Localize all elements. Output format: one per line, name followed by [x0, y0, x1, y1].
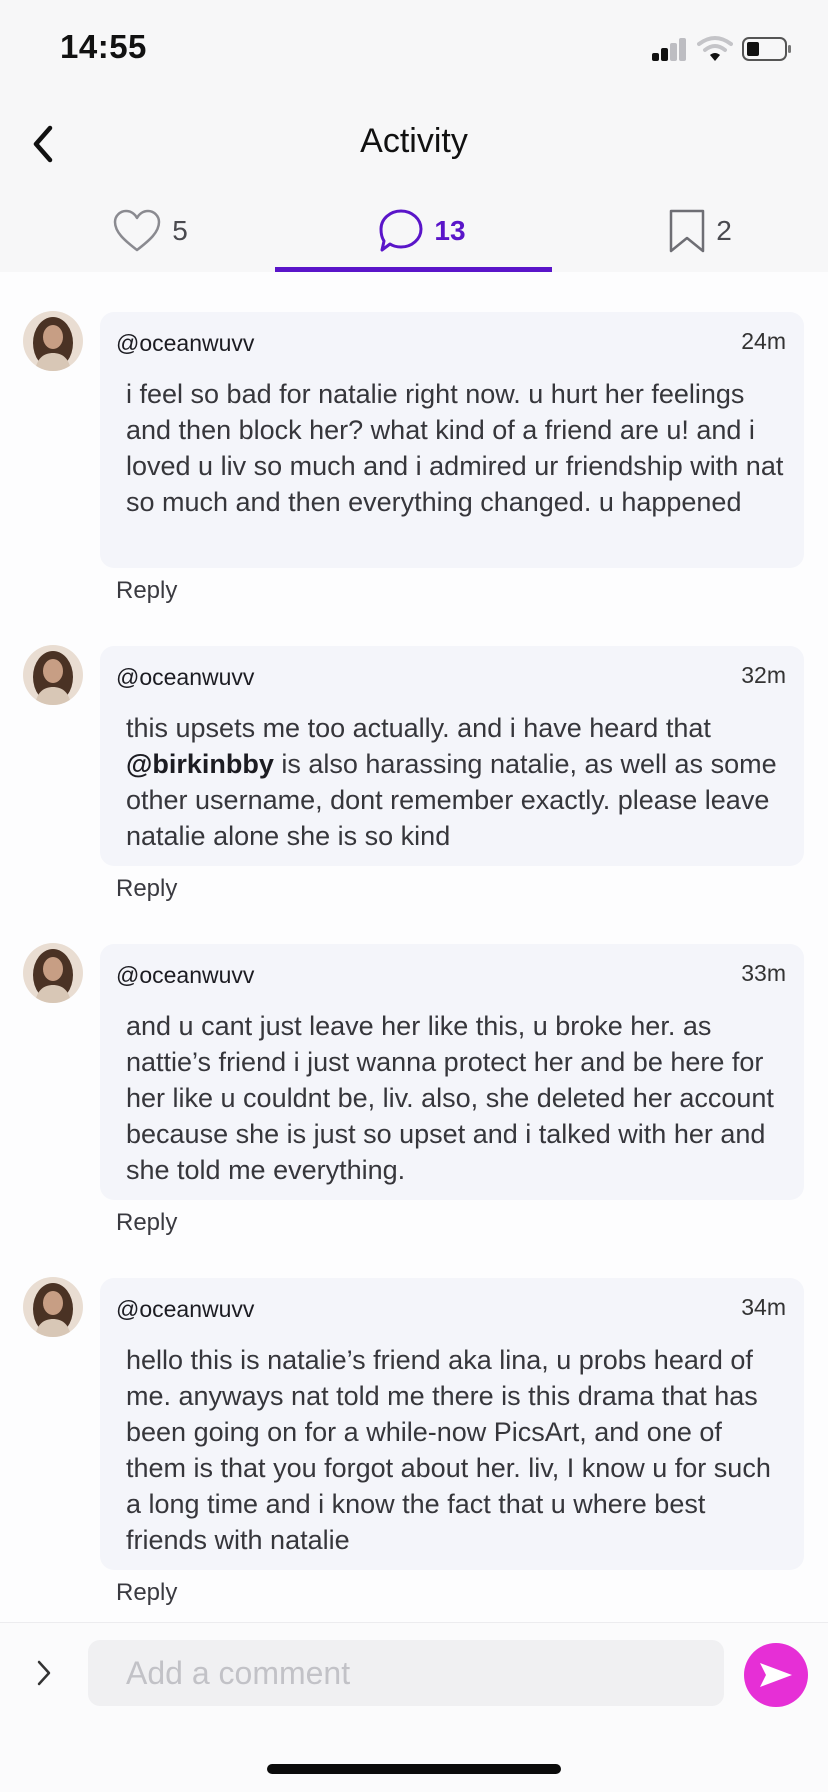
comment-item: @oceanwuvv 32m this upsets me too actual… [0, 645, 828, 905]
comment-timestamp: 33m [741, 960, 786, 986]
comment-bubble-icon [379, 209, 423, 252]
tab-likes-count: 5 [172, 215, 188, 246]
comment-bubble: @oceanwuvv 24m i feel so bad for natalie… [100, 312, 804, 568]
home-indicator[interactable] [267, 1764, 561, 1774]
battery-icon [742, 37, 792, 62]
send-button[interactable] [744, 1643, 808, 1707]
heart-icon [113, 209, 161, 252]
bookmark-icon [669, 209, 705, 253]
comment-bubble: @oceanwuvv 34m hello this is natalie’s f… [100, 1278, 804, 1570]
tab-comments-count: 13 [434, 215, 466, 246]
avatar[interactable] [23, 943, 83, 1003]
comment-username[interactable]: @oceanwuvv [116, 664, 254, 691]
comment-text-part: this upsets me too actually. and i have … [126, 713, 711, 743]
comment-bubble: @oceanwuvv 33m and u cant just leave her… [100, 944, 804, 1200]
status-time: 14:55 [60, 28, 147, 65]
comment-timestamp: 24m [741, 328, 786, 354]
comment-input[interactable] [88, 1640, 724, 1706]
wifi-icon [697, 35, 733, 63]
active-tab-indicator [275, 267, 552, 272]
tab-comments[interactable]: 13 [372, 190, 472, 272]
comment-username[interactable]: @oceanwuvv [116, 330, 254, 357]
activity-tabs: 5 13 2 [0, 190, 828, 272]
avatar[interactable] [23, 645, 83, 705]
comment-item: @oceanwuvv 24m i feel so bad for natalie… [0, 311, 828, 611]
status-bar: 14:55 [0, 0, 828, 100]
comment-text: i feel so bad for natalie right now. u h… [126, 379, 784, 517]
send-icon [760, 1663, 792, 1687]
reply-button[interactable]: Reply [116, 577, 177, 605]
cellular-signal-icon [652, 37, 688, 61]
comment-timestamp: 34m [741, 1294, 786, 1320]
comment-username[interactable]: @oceanwuvv [116, 1296, 254, 1323]
reply-button[interactable]: Reply [116, 1209, 177, 1237]
user-mention-link[interactable]: @birkinbby [126, 749, 274, 779]
comment-bubble: @oceanwuvv 32m this upsets me too actual… [100, 646, 804, 866]
comment-item: @oceanwuvv 34m hello this is natalie’s f… [0, 1277, 828, 1617]
reply-button[interactable]: Reply [116, 875, 177, 903]
comment-username[interactable]: @oceanwuvv [116, 962, 254, 989]
comment-composer [0, 1622, 828, 1722]
expand-button[interactable] [26, 1655, 62, 1691]
navigation-bar: Activity [0, 100, 828, 190]
comment-timestamp: 32m [741, 662, 786, 688]
page-title: Activity [360, 122, 468, 160]
comment-text: and u cant just leave her like this, u b… [126, 1011, 774, 1185]
comment-text: hello this is natalie’s friend aka lina,… [126, 1345, 771, 1555]
tab-likes[interactable]: 5 [100, 190, 200, 272]
avatar[interactable] [23, 1277, 83, 1337]
bottom-safe-area [0, 1722, 828, 1792]
avatar[interactable] [23, 311, 83, 371]
reply-button[interactable]: Reply [116, 1579, 177, 1607]
tab-saved-count: 2 [716, 215, 732, 246]
comment-text: this upsets me too actually. and i have … [126, 710, 786, 854]
comment-item: @oceanwuvv 33m and u cant just leave her… [0, 943, 828, 1243]
tab-saved[interactable]: 2 [660, 190, 740, 272]
chevron-right-icon [37, 1660, 51, 1686]
